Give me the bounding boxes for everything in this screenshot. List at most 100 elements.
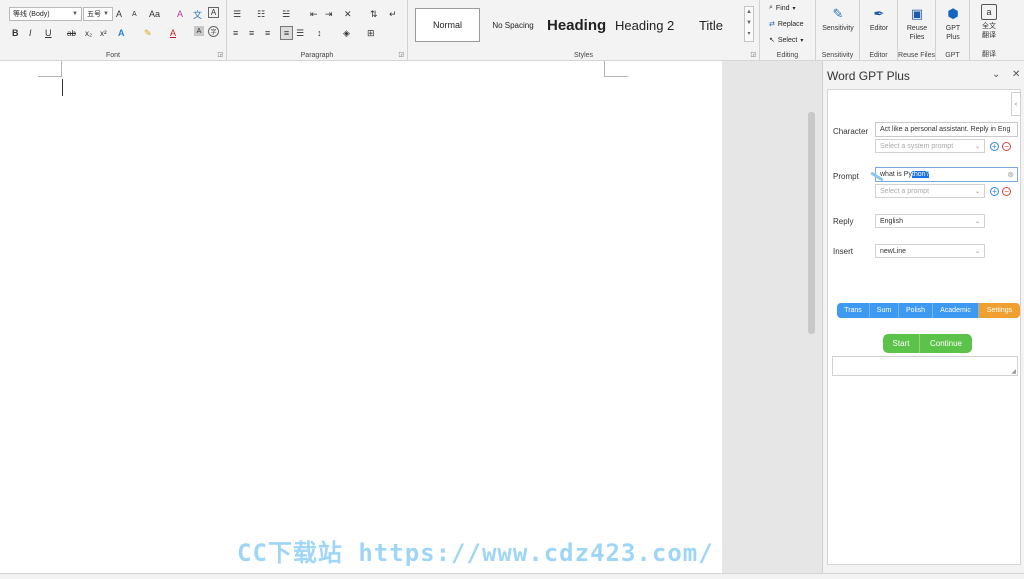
multilevel-list-icon[interactable]: ☱	[282, 7, 290, 21]
vertical-scrollbar[interactable]	[808, 112, 815, 334]
replace-button[interactable]: ⇄ Replace	[769, 20, 804, 29]
reply-language-select[interactable]: English ⌄	[875, 214, 985, 228]
system-prompt-select[interactable]: Select a system prompt ⌄	[875, 139, 985, 153]
dialog-launcher-icon[interactable]: ◲	[750, 51, 756, 58]
font-size-combo[interactable]: 五号 ▼	[83, 7, 113, 21]
sort-icon[interactable]: ⇅	[370, 7, 378, 21]
grow-font-button[interactable]: A	[116, 7, 122, 21]
paragraph-group-label: Paragraph	[300, 52, 334, 59]
add-system-prompt-button[interactable]: +	[990, 142, 999, 151]
add-prompt-button[interactable]: +	[990, 187, 999, 196]
sensitivity-button[interactable]: ✎ Sensitivity	[820, 4, 856, 33]
prompt-label: Prompt	[833, 172, 859, 181]
strikethrough-button[interactable]: ab	[67, 26, 76, 40]
bold-button[interactable]: B	[12, 26, 19, 40]
document-page[interactable]	[0, 61, 722, 573]
continue-button[interactable]: Continue	[920, 334, 972, 353]
replace-label: Replace	[777, 20, 804, 28]
prompt-select[interactable]: Select a prompt ⌄	[875, 184, 985, 198]
reuse-files-icon: ▣	[910, 5, 924, 21]
translate-group: a 全文 翻译 翻译	[970, 0, 1008, 61]
style-title[interactable]: Title	[680, 8, 742, 42]
increase-indent-icon[interactable]: ⇥	[325, 7, 333, 21]
superscript-button[interactable]: x²	[100, 26, 107, 40]
remove-prompt-button[interactable]: −	[1002, 187, 1011, 196]
start-button[interactable]: Start	[883, 334, 920, 353]
gpt-label-1: GPT	[945, 25, 961, 32]
chinese-layout-icon[interactable]: ✕	[344, 7, 352, 21]
tab-sum[interactable]: Sum	[870, 303, 899, 318]
shading-icon[interactable]: ◈	[343, 26, 350, 40]
reply-label: Reply	[833, 217, 854, 226]
decrease-indent-icon[interactable]: ⇤	[310, 7, 318, 21]
chevron-down-icon: ▼	[72, 11, 78, 17]
remove-system-prompt-button[interactable]: −	[1002, 142, 1011, 151]
show-marks-icon[interactable]: ↵	[389, 7, 397, 21]
styles-scroll[interactable]: ▲ ▼ ▾	[744, 6, 754, 42]
justify-icon[interactable]: ≡	[280, 26, 293, 40]
subscript-button[interactable]: x₂	[85, 26, 92, 40]
resize-handle-icon[interactable]: ◢	[1011, 368, 1016, 375]
bullets-icon[interactable]: ☰	[233, 7, 241, 21]
clear-format-button[interactable]: A	[177, 7, 183, 21]
full-translate-button[interactable]: a 全文 翻译	[974, 4, 1004, 40]
style-normal[interactable]: Normal	[415, 8, 480, 42]
prompt-input[interactable]: what is Python? ⊗	[875, 167, 1018, 182]
highlight-icon[interactable]: ✎	[144, 26, 152, 40]
replace-icon: ⇄	[769, 21, 775, 28]
character-border-button[interactable]: A	[208, 7, 219, 18]
editor-pen-icon: ✒	[873, 5, 885, 21]
reuse-files-group: ▣ Reuse Files Reuse Files	[898, 0, 936, 61]
find-button[interactable]: ⌕ Find ▾	[769, 4, 796, 12]
underline-button[interactable]: U	[45, 26, 52, 40]
font-name-combo[interactable]: 等线 (Body) ▼	[9, 7, 82, 21]
translate-group-label: 翻译	[982, 51, 996, 58]
italic-button[interactable]: I	[29, 26, 32, 40]
gpt-task-pane: Word GPT Plus ⌄ ✕ ‹ Character Act like a…	[822, 61, 1024, 573]
align-center-icon[interactable]: ≡	[249, 26, 254, 40]
shrink-font-button[interactable]: A	[132, 7, 137, 21]
chevron-left-icon[interactable]: ‹	[1011, 92, 1021, 116]
editor-button[interactable]: ✒ Editor	[864, 4, 894, 33]
text-effects-button[interactable]: A	[118, 26, 125, 40]
tab-academic[interactable]: Academic	[933, 303, 979, 318]
align-right-icon[interactable]: ≡	[265, 26, 270, 40]
distributed-icon[interactable]: ☰	[296, 26, 304, 40]
tab-settings[interactable]: Settings	[979, 303, 1020, 318]
dialog-launcher-icon[interactable]: ◲	[398, 51, 404, 58]
line-spacing-icon[interactable]: ↕	[317, 26, 322, 40]
reuse-files-button[interactable]: ▣ Reuse Files	[901, 4, 933, 42]
gpt-label-2: Plus	[946, 34, 960, 41]
numbering-icon[interactable]: ☷	[257, 7, 265, 21]
pane-content: ‹ Character Act like a personal assistan…	[827, 89, 1021, 565]
clear-input-icon[interactable]: ⊗	[1007, 170, 1014, 179]
chevron-down-icon: ▾	[792, 5, 796, 12]
font-color-button[interactable]: A	[170, 26, 176, 40]
style-heading-1[interactable]: Heading 1	[547, 8, 609, 42]
borders-icon[interactable]: ⊞	[367, 26, 375, 40]
text-cursor	[62, 79, 63, 96]
align-left-icon[interactable]: ≡	[233, 26, 238, 40]
gpt-group-label: GPT	[945, 52, 960, 59]
dialog-launcher-icon[interactable]: ◲	[217, 51, 223, 58]
character-input[interactable]: Act like a personal assistant. Reply in …	[875, 122, 1018, 137]
font-name-value: 等线 (Body)	[13, 11, 50, 18]
result-textarea[interactable]: ◢	[832, 356, 1018, 376]
select-button[interactable]: ↖ Select ▾	[769, 36, 803, 45]
document-margin-area	[722, 61, 822, 573]
tab-trans[interactable]: Trans	[837, 303, 870, 318]
style-heading-2[interactable]: Heading 2	[615, 8, 675, 42]
style-no-spacing[interactable]: No Spacing	[484, 8, 542, 42]
translate-label-2: 翻译	[982, 32, 996, 39]
tab-polish[interactable]: Polish	[899, 303, 933, 318]
insert-mode-select[interactable]: newLine ⌄	[875, 244, 985, 258]
phonetic-guide-button[interactable]: 文	[193, 7, 202, 21]
character-shading-button[interactable]: A	[194, 26, 204, 36]
pane-options-icon[interactable]: ⌄	[992, 69, 1000, 80]
gpt-plus-button[interactable]: ⬢ GPT Plus	[939, 4, 967, 42]
chevron-down-icon: ⌄	[974, 218, 980, 225]
change-case-button[interactable]: Aa	[149, 7, 160, 21]
enclose-char-button[interactable]: 字	[208, 26, 219, 37]
translate-icon: a	[981, 4, 997, 20]
close-icon[interactable]: ✕	[1012, 69, 1020, 80]
